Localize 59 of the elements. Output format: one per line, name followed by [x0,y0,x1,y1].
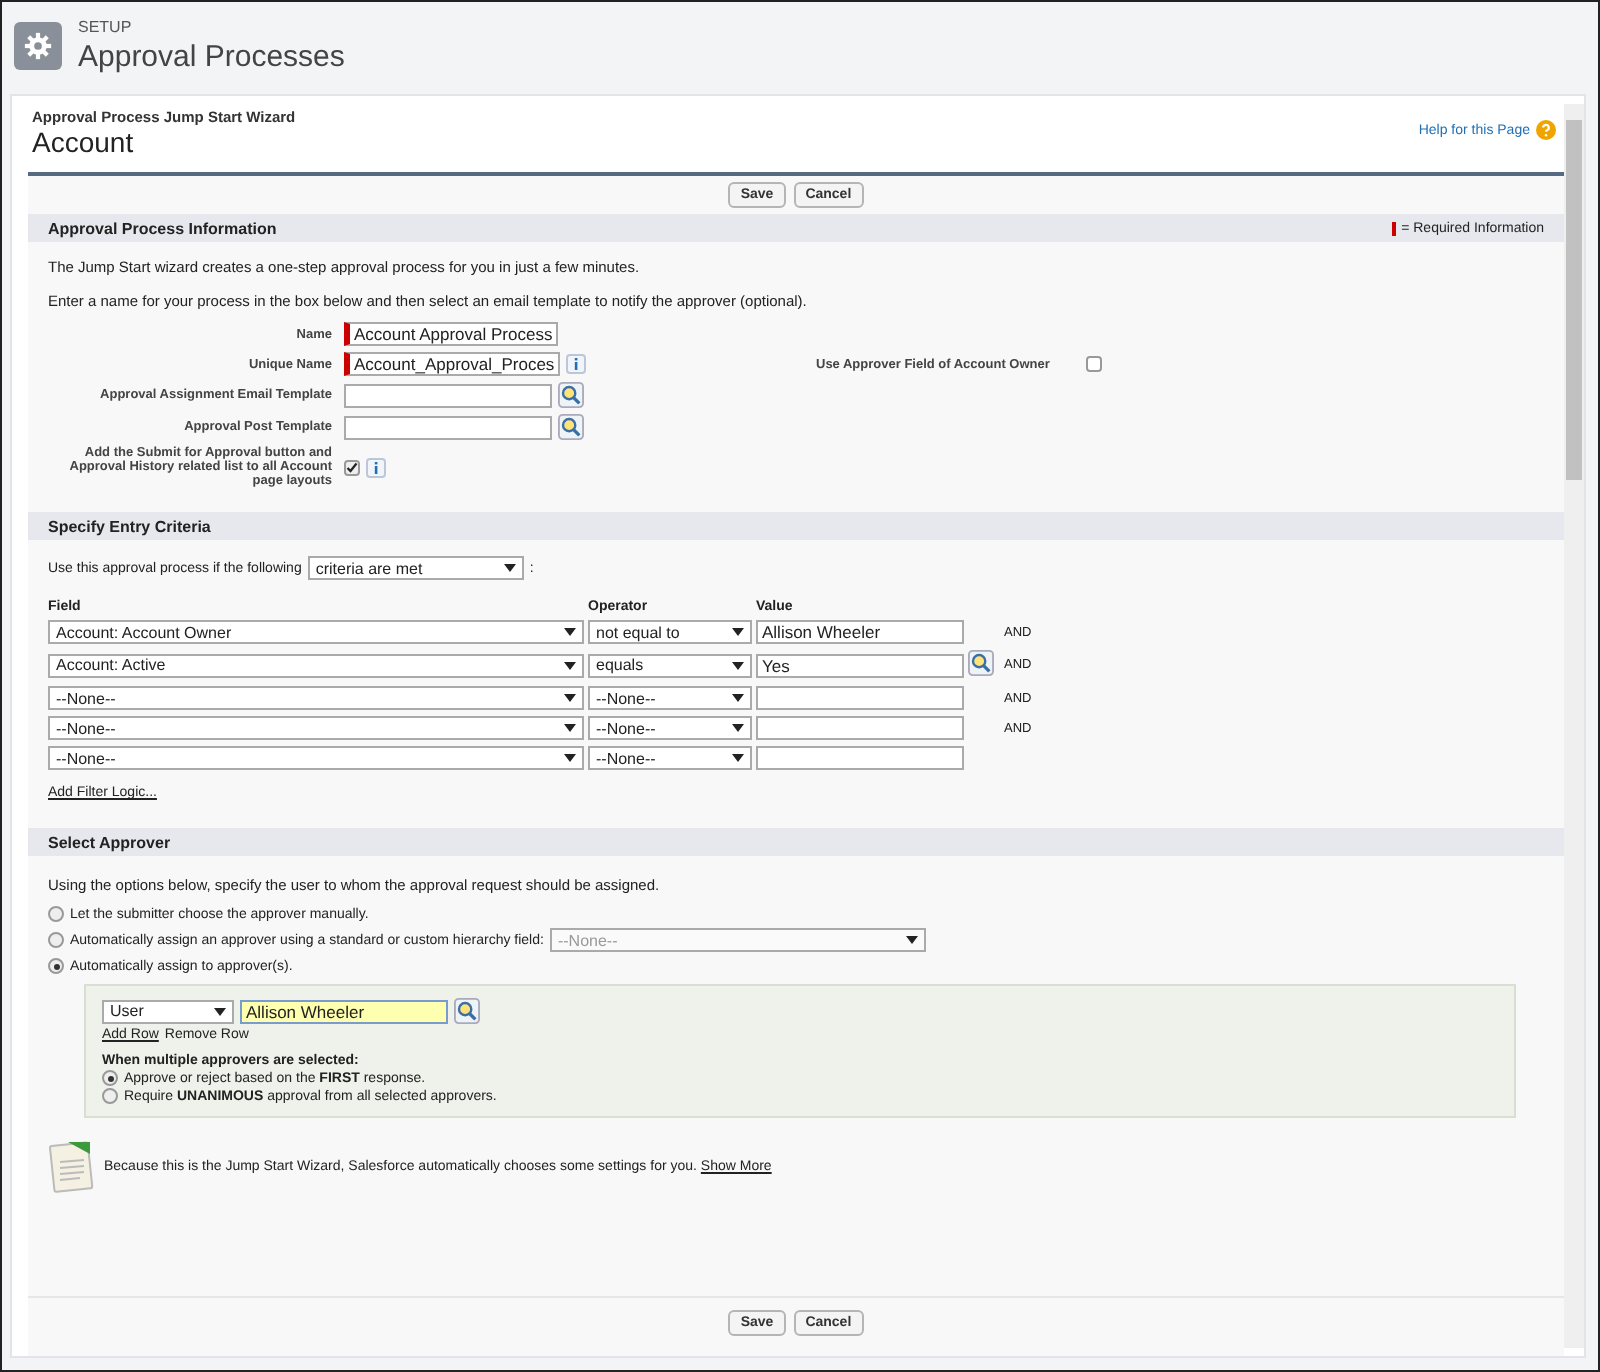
operator-dropdown[interactable]: --None-- [588,686,752,710]
operator-dropdown[interactable]: equals [588,653,752,677]
help-icon [1536,120,1556,140]
value-field[interactable] [756,716,964,740]
value-field[interactable] [756,746,964,770]
radio-button[interactable] [48,906,64,922]
text-field[interactable]: Account Approval Process [344,322,559,346]
required-marker-icon [1391,221,1396,235]
scrollbar[interactable] [1564,104,1584,1348]
value-field[interactable]: Yes [756,653,964,677]
info-icon [566,354,587,374]
lookup-icon[interactable] [968,650,994,676]
checkbox[interactable] [1085,356,1102,372]
lookup-icon[interactable] [558,382,584,408]
caret-icon [503,564,516,572]
template-field[interactable] [344,415,552,439]
caret-icon [564,754,576,762]
section-title: Select Approver [48,833,171,851]
criteria-dropdown[interactable]: criteria are met [307,556,524,580]
caret-icon [732,754,744,762]
field-dropdown[interactable]: --None-- [48,686,584,710]
page-title: Account [32,126,136,158]
caret-icon [732,694,744,702]
field-dropdown[interactable]: Account: Active [48,653,584,677]
lookup-icon[interactable] [558,414,584,440]
radio-button[interactable] [48,932,64,948]
operator-dropdown[interactable]: --None-- [588,716,752,740]
field-dropdown[interactable]: Account: Account Owner [48,620,584,644]
notepad-icon [48,1138,96,1194]
value-field[interactable]: Allison Wheeler [756,620,964,644]
operator-dropdown[interactable]: --None-- [588,746,752,770]
setup-label: SETUP [78,18,134,36]
approver-name-field[interactable]: Allison Wheeler [240,999,448,1023]
checkbox[interactable] [344,459,360,475]
caret-icon [732,628,744,636]
caret-icon [905,936,918,944]
radio-button[interactable] [102,1070,118,1086]
radio-button[interactable] [102,1088,118,1104]
caret-icon [564,661,576,669]
caret-icon [564,628,576,636]
section-title: Approval Process Information [48,219,277,237]
approver-type-dropdown[interactable]: User [102,999,234,1023]
field-dropdown[interactable]: --None-- [48,716,584,740]
page-header-title: Approval Processes [78,40,345,74]
radio-button[interactable] [48,958,64,974]
caret-icon [564,694,576,702]
lookup-icon[interactable] [454,998,480,1024]
caret-icon [732,724,744,732]
template-field[interactable] [344,383,552,407]
section-title: Specify Entry Criteria [48,517,211,535]
caret-icon [214,1007,226,1015]
info-icon [366,457,386,477]
value-field[interactable] [756,686,964,710]
field-dropdown[interactable]: --None-- [48,746,584,770]
caret-icon [732,661,744,669]
operator-dropdown[interactable]: not equal to [588,620,752,644]
gear-icon [14,22,62,70]
caret-icon [564,724,576,732]
text-field[interactable]: Account_Approval_Proces [344,352,561,376]
